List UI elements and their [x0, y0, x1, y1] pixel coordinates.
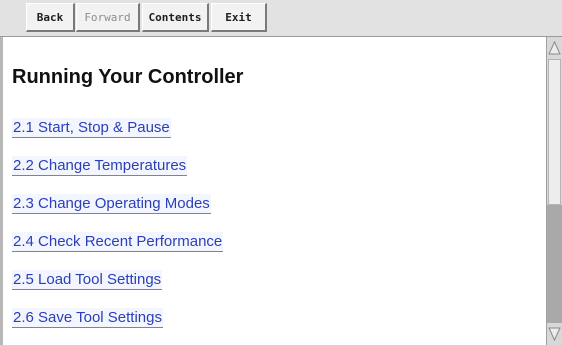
link-start-stop-pause[interactable]: 2.1 Start, Stop & Pause	[12, 118, 171, 138]
triangle-up-icon	[548, 40, 561, 55]
help-content: Running Your Controller 2.1 Start, Stop …	[0, 37, 546, 345]
link-load-tool-settings[interactable]: 2.5 Load Tool Settings	[12, 270, 163, 290]
toolbar: Back Forward Contents Exit	[0, 0, 562, 37]
scroll-up-button[interactable]	[547, 37, 562, 59]
scroll-down-button[interactable]	[547, 323, 562, 345]
back-button[interactable]: Back	[26, 3, 75, 32]
link-change-operating-modes[interactable]: 2.3 Change Operating Modes	[12, 194, 211, 214]
vertical-scrollbar[interactable]	[546, 37, 562, 345]
scroll-thumb[interactable]	[548, 59, 561, 205]
contents-button[interactable]: Contents	[142, 3, 209, 32]
link-change-temperatures[interactable]: 2.2 Change Temperatures	[12, 156, 188, 176]
exit-button[interactable]: Exit	[211, 3, 267, 32]
link-save-tool-settings[interactable]: 2.6 Save Tool Settings	[12, 308, 163, 328]
page-title: Running Your Controller	[12, 66, 244, 88]
link-check-recent-performance[interactable]: 2.4 Check Recent Performance	[12, 232, 224, 252]
triangle-down-icon	[548, 327, 561, 342]
scroll-track[interactable]	[547, 205, 562, 323]
forward-button[interactable]: Forward	[76, 3, 140, 32]
